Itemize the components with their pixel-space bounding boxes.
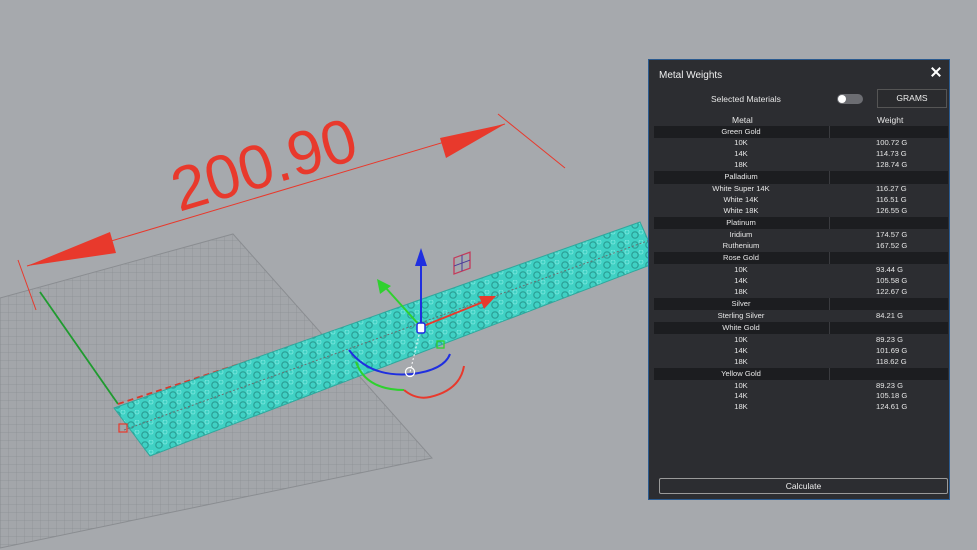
weight-cell: 128.74 G [876, 159, 908, 169]
group-header-row: Green Gold [654, 125, 948, 139]
weight-cell: 116.51 G [876, 194, 907, 204]
calculate-button[interactable]: Calculate [659, 478, 948, 494]
weight-cell: 122.67 G [876, 286, 908, 296]
group-name: White Gold [722, 323, 760, 333]
metal-cell: 18K [734, 159, 748, 169]
metal-cell: 14K [734, 149, 748, 159]
weight-cell: 100.72 G [876, 138, 908, 148]
column-header-weight: Weight [877, 115, 904, 125]
metal-cell: 14K [734, 391, 748, 401]
table-row: Iridium 174.57 G [654, 230, 948, 241]
group-name: Silver [731, 298, 751, 308]
toggle-knob [838, 95, 846, 103]
dimension-extension-right [497, 113, 566, 169]
weight-cell: 101.69 G [876, 345, 908, 355]
metal-weights-panel: Metal Weights Selected Materials GRAMS M… [648, 59, 950, 500]
table-row: 18K 122.67 G [654, 287, 948, 298]
weight-cell: 167.52 G [876, 240, 908, 250]
metal-cell: 14K [734, 275, 748, 285]
table-row: 18K 118.62 G [654, 357, 948, 368]
group-header-row: White Gold [654, 322, 948, 335]
metal-cell: 10K [734, 380, 748, 390]
table-row: Sterling Silver 84.21 G [654, 311, 948, 322]
table-row: 10K 89.23 G [654, 381, 948, 392]
metal-cell: White Super 14K [712, 184, 770, 194]
weight-cell: 89.23 G [876, 380, 904, 390]
group-header-row: Silver [654, 297, 948, 311]
table-row: 18K 124.61 G [654, 402, 948, 413]
weight-cell: 174.57 G [876, 229, 908, 239]
group-name: Green Gold [721, 126, 761, 136]
metal-cell: 10K [734, 334, 748, 344]
weight-cell: 116.27 G [876, 184, 907, 194]
weight-cell: 89.23 G [876, 334, 904, 344]
metal-cell: 10K [734, 138, 748, 148]
table-row: 14K 105.58 G [654, 276, 948, 287]
table-row: 14K 105.18 G [654, 391, 948, 402]
gumball-origin[interactable] [416, 322, 426, 334]
metal-cell: White 18K [723, 205, 759, 215]
table-row: 14K 114.73 G [654, 149, 948, 160]
dimension-label[interactable]: 200.90 [163, 105, 364, 225]
group-header-row: Palladium [654, 171, 948, 185]
weight-cell: 93.44 G [876, 264, 904, 274]
metal-cell: 18K [734, 402, 748, 412]
group-name: Yellow Gold [721, 368, 761, 378]
weight-cell: 84.21 G [876, 310, 904, 320]
weight-cell: 124.61 G [876, 402, 908, 412]
metal-cell: 10K [734, 264, 748, 274]
metal-cell: Iridium [729, 229, 753, 239]
table-row: 10K 93.44 G [654, 265, 948, 276]
metal-weights-table: Green Gold 10K 100.72 G 14K 114.73 G 18K 128.7… [654, 125, 948, 413]
column-header-metal: Metal [732, 115, 753, 125]
selected-materials-label: Selected Materials [711, 94, 781, 104]
weight-cell: 118.62 G [876, 356, 907, 366]
metal-cell: 18K [734, 356, 748, 366]
weight-cell: 105.18 G [876, 391, 908, 401]
selected-materials-toggle[interactable] [837, 94, 863, 104]
gumball-z-arrow[interactable] [415, 248, 427, 266]
weight-cell: 114.73 G [876, 149, 907, 159]
table-row: 14K 101.69 G [654, 346, 948, 357]
table-row: 10K 100.72 G [654, 138, 948, 149]
gumball-plane-handle[interactable] [453, 251, 471, 275]
table-row: White 14K 116.51 G [654, 195, 948, 206]
group-name: Rose Gold [723, 253, 759, 263]
metal-cell: 18K [734, 286, 748, 296]
group-header-row: Rose Gold [654, 252, 948, 265]
table-row: 10K 89.23 G [654, 335, 948, 346]
group-name: Palladium [724, 172, 758, 182]
weight-cell: 105.58 G [876, 275, 908, 285]
gumball-x-rotate-arc[interactable] [403, 365, 465, 399]
group-header-row: Platinum [654, 217, 948, 230]
table-row: White 18K 126.55 G [654, 206, 948, 217]
metal-cell: Ruthenium [722, 240, 760, 250]
table-row: 18K 128.74 G [654, 160, 948, 171]
metal-cell: 14K [734, 345, 748, 355]
metal-cell: Sterling Silver [717, 310, 765, 320]
group-name: Platinum [726, 218, 756, 228]
dimension-arrow-left [27, 232, 116, 266]
panel-title: Metal Weights [659, 70, 723, 81]
metal-cell: White 14K [723, 194, 759, 204]
weight-cell: 126.55 G [876, 205, 908, 215]
units-button[interactable]: GRAMS [877, 89, 947, 108]
group-header-row: Yellow Gold [654, 367, 948, 381]
table-row: Ruthenium 167.52 G [654, 241, 948, 252]
dimension-arrow-right [440, 124, 505, 158]
table-row: White Super 14K 116.27 G [654, 184, 948, 195]
close-icon[interactable] [929, 65, 943, 79]
